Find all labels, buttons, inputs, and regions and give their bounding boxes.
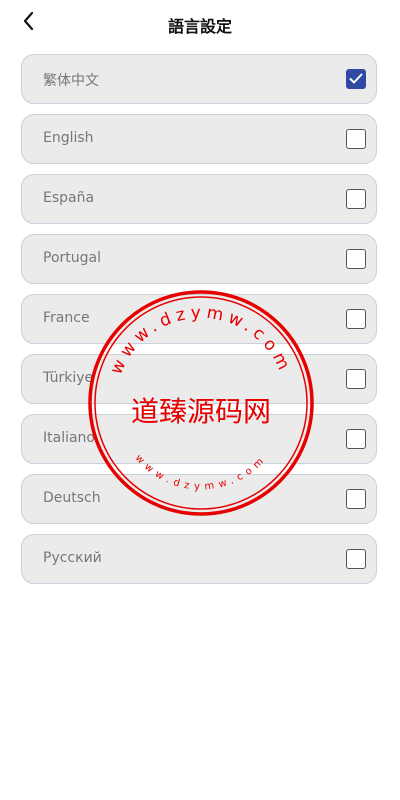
checkbox-checked[interactable] — [346, 69, 366, 89]
checkbox[interactable] — [346, 369, 366, 389]
checkbox[interactable] — [346, 489, 366, 509]
language-option-russian[interactable]: Русский — [21, 534, 377, 584]
language-label: Türkiye — [43, 370, 94, 386]
checkbox[interactable] — [346, 309, 366, 329]
language-option-portuguese[interactable]: Portugal — [21, 234, 377, 284]
language-option-german[interactable]: Deutsch — [21, 474, 377, 524]
checkbox[interactable] — [346, 129, 366, 149]
language-option-turkish[interactable]: Türkiye — [21, 354, 377, 404]
checkbox[interactable] — [346, 429, 366, 449]
language-label: Русский — [43, 550, 102, 566]
language-label: English — [43, 130, 94, 146]
language-label: France — [43, 310, 90, 326]
header: 語言設定 — [0, 0, 400, 46]
language-option-spanish[interactable]: España — [21, 174, 377, 224]
language-label: España — [43, 190, 95, 206]
language-option-italian[interactable]: Italiano — [21, 414, 377, 464]
language-label: Deutsch — [43, 490, 101, 506]
checkbox[interactable] — [346, 249, 366, 269]
language-option-zh-tw[interactable]: 繁体中文 — [21, 54, 377, 104]
checkmark-icon — [349, 73, 363, 84]
language-option-english[interactable]: English — [21, 114, 377, 164]
language-option-french[interactable]: France — [21, 294, 377, 344]
checkbox[interactable] — [346, 189, 366, 209]
language-label: 繁体中文 — [43, 73, 99, 89]
page-title: 語言設定 — [167, 17, 232, 36]
checkbox[interactable] — [346, 549, 366, 569]
language-list: 繁体中文 English España Portugal France Türk… — [21, 54, 377, 594]
language-label: Portugal — [43, 250, 101, 266]
language-label: Italiano — [43, 430, 95, 446]
